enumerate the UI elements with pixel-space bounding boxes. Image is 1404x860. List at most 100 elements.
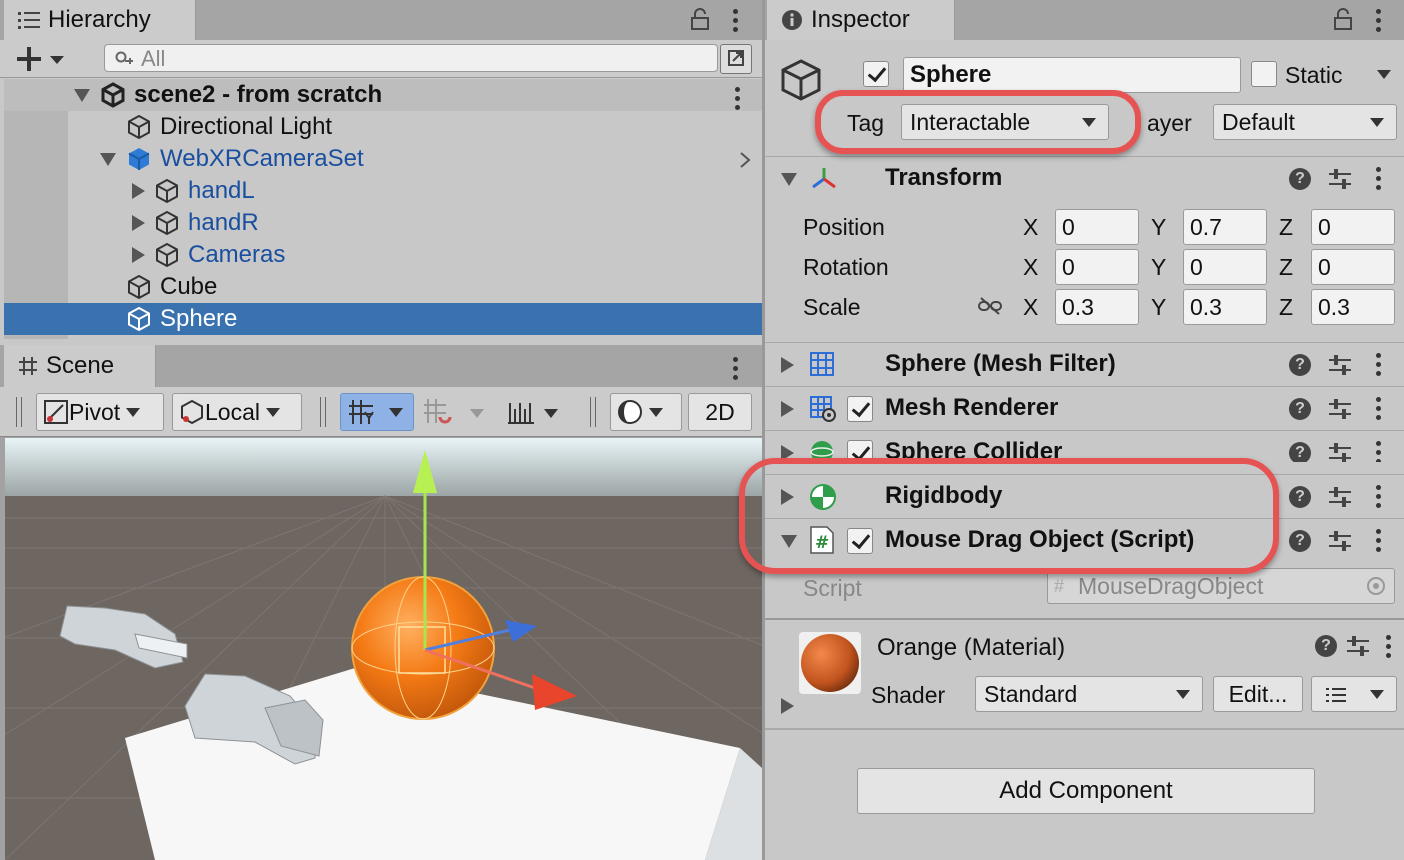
lock-icon[interactable] — [1333, 8, 1353, 30]
cube-icon — [156, 178, 178, 204]
scale-x-field[interactable]: 0.3 — [1055, 289, 1139, 325]
scene-viewport[interactable] — [5, 438, 762, 860]
component-kebab-icon[interactable] — [1375, 353, 1381, 376]
expand-arrow-icon[interactable] — [781, 401, 794, 417]
hierarchy-item-directional-light[interactable]: Directional Light — [0, 111, 762, 143]
presets-icon[interactable] — [1347, 635, 1369, 657]
component-kebab-icon[interactable] — [1375, 485, 1381, 508]
scene-view-canvas[interactable] — [5, 438, 762, 860]
rotation-y-field[interactable]: 0 — [1183, 249, 1267, 285]
lock-icon[interactable] — [690, 8, 710, 30]
inspector-menu-kebab-icon[interactable] — [1375, 9, 1381, 32]
component-kebab-icon[interactable] — [1375, 167, 1381, 190]
chevron-down-icon — [1370, 690, 1384, 699]
help-icon[interactable]: ? — [1289, 354, 1311, 376]
expand-arrow-icon[interactable] — [132, 183, 145, 199]
shader-dropdown[interactable]: Standard — [975, 676, 1203, 712]
add-component-button[interactable]: Add Component — [857, 768, 1315, 814]
component-kebab-icon[interactable] — [1375, 529, 1381, 552]
cube-icon — [128, 114, 150, 140]
hierarchy-item-cameras[interactable]: Cameras — [0, 239, 762, 271]
expand-arrow-icon[interactable] — [74, 89, 90, 102]
rotation-x-field[interactable]: 0 — [1055, 249, 1139, 285]
axis-y-label: Y — [1151, 294, 1167, 320]
help-icon[interactable]: ? — [1289, 530, 1311, 552]
sphere-object[interactable] — [351, 576, 495, 720]
target-icon[interactable] — [1366, 576, 1386, 596]
ruler-button[interactable] — [506, 397, 566, 429]
presets-icon[interactable] — [1329, 486, 1351, 508]
tab-scene[interactable]: Scene — [4, 345, 156, 387]
hierarchy-item-label: Directional Light — [160, 113, 333, 140]
hierarchy-item-sphere[interactable]: Sphere — [4, 303, 762, 335]
presets-icon[interactable] — [1329, 354, 1351, 376]
static-checkbox[interactable] — [1251, 61, 1277, 87]
shading-dropdown[interactable] — [610, 393, 682, 431]
collapse-arrow-icon[interactable] — [781, 173, 797, 186]
hierarchy-item-handl[interactable]: handL — [0, 175, 762, 207]
help-icon[interactable]: ? — [1289, 442, 1311, 462]
scene-kebab-icon[interactable] — [734, 87, 740, 110]
shader-edit-button[interactable]: Edit... — [1213, 676, 1303, 712]
chevron-down-icon — [470, 409, 484, 418]
mesh-filter-component-header[interactable]: Sphere (Mesh Filter) ? — [765, 342, 1404, 386]
help-icon[interactable]: ? — [1315, 635, 1337, 657]
axis-z-label: Z — [1279, 254, 1294, 280]
scene-visibility-button[interactable] — [720, 44, 752, 74]
transform-component-header[interactable]: Transform ? — [765, 156, 1404, 200]
grid-snap-toggle[interactable] — [340, 393, 414, 431]
presets-icon[interactable] — [1329, 398, 1351, 420]
snap-increment-button[interactable] — [422, 397, 492, 429]
hierarchy-item-cube[interactable]: Cube — [0, 271, 762, 303]
search-icon — [115, 51, 133, 64]
layer-dropdown[interactable]: Default — [1213, 104, 1397, 140]
expand-arrow-icon[interactable] — [132, 247, 145, 263]
script-file-icon: # — [1054, 576, 1065, 596]
hierarchy-search-input[interactable]: All — [104, 44, 718, 72]
presets-icon[interactable] — [1329, 530, 1351, 552]
scale-z-field[interactable]: 0.3 — [1311, 289, 1395, 325]
chevron-down-icon — [1370, 118, 1384, 127]
scale-y-field[interactable]: 0.3 — [1183, 289, 1267, 325]
tag-highlight-annotation — [815, 90, 1141, 154]
local-dropdown[interactable]: Local — [172, 393, 302, 431]
position-y-field[interactable]: 0.7 — [1183, 209, 1267, 245]
mode-2d-toggle[interactable]: 2D — [688, 393, 752, 431]
mesh-renderer-enabled-checkbox[interactable] — [847, 396, 873, 422]
component-kebab-icon[interactable] — [1375, 397, 1381, 420]
chevron-right-icon[interactable] — [738, 151, 752, 169]
mesh-renderer-component-header[interactable]: Mesh Renderer ? — [765, 386, 1404, 430]
hierarchy-item-webxrcameraset[interactable]: WebXRCameraSet — [0, 143, 762, 175]
hierarchy-menu-kebab-icon[interactable] — [732, 9, 738, 32]
help-icon[interactable]: ? — [1289, 398, 1311, 420]
create-button[interactable] — [16, 44, 68, 74]
material-expand-arrow-icon[interactable] — [781, 698, 794, 714]
shader-options-dropdown[interactable] — [1311, 676, 1397, 712]
expand-arrow-icon[interactable] — [132, 215, 145, 231]
hierarchy-item-label: Cube — [160, 273, 218, 300]
hierarchy-item-handr[interactable]: handR — [0, 207, 762, 239]
active-checkbox[interactable] — [863, 61, 889, 87]
presets-icon[interactable] — [1329, 442, 1351, 462]
link-icon[interactable] — [977, 296, 1003, 316]
tab-hierarchy[interactable]: Hierarchy — [4, 0, 196, 40]
help-icon[interactable]: ? — [1289, 486, 1311, 508]
rotation-z-field[interactable]: 0 — [1311, 249, 1395, 285]
tab-inspector[interactable]: Inspector — [767, 0, 955, 40]
object-name-field[interactable]: Sphere — [903, 57, 1241, 93]
position-z-field[interactable]: 0 — [1311, 209, 1395, 245]
scene-header-row[interactable]: scene2 - from scratch — [4, 79, 762, 111]
axis-y-label: Y — [1151, 254, 1167, 280]
cube-icon — [156, 210, 178, 236]
pivot-dropdown[interactable]: Pivot — [36, 393, 164, 431]
position-x-field[interactable]: 0 — [1055, 209, 1139, 245]
expand-arrow-icon[interactable] — [100, 153, 116, 166]
scene-menu-kebab-icon[interactable] — [732, 357, 738, 380]
component-kebab-icon[interactable] — [1375, 441, 1381, 462]
help-icon[interactable]: ? — [1289, 168, 1311, 190]
static-dropdown-icon[interactable] — [1377, 70, 1391, 79]
material-kebab-icon[interactable] — [1385, 635, 1391, 658]
presets-icon[interactable] — [1329, 168, 1351, 190]
expand-arrow-icon[interactable] — [781, 357, 794, 373]
chevron-down-icon — [649, 407, 663, 417]
